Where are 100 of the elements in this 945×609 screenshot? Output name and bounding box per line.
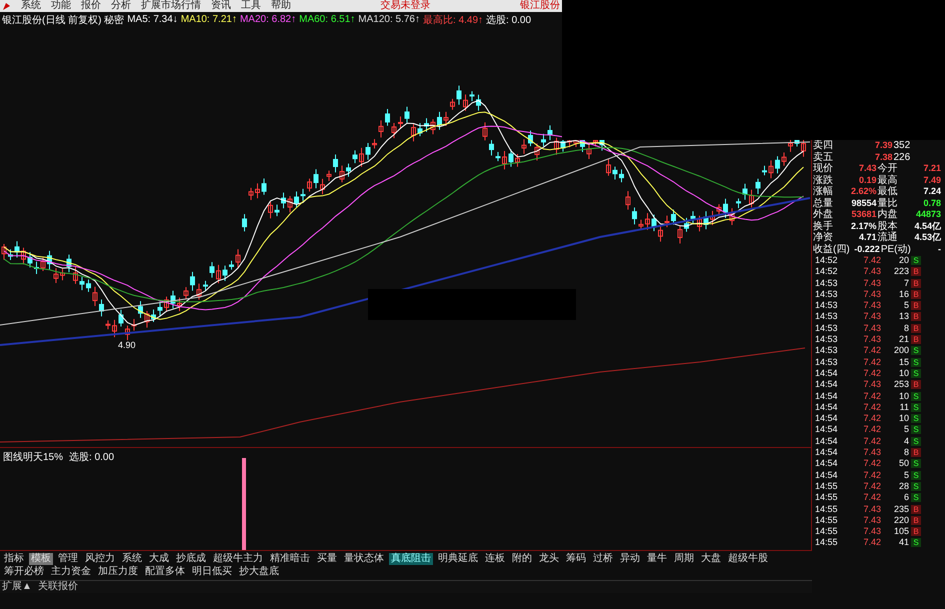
indicator-tab[interactable]: 超级牛主力 <box>211 553 265 565</box>
trade-side-tag: S <box>911 459 921 468</box>
tick-price: 7.43 <box>862 447 881 458</box>
quote-value: -0.222 <box>853 244 880 255</box>
tick-price: 7.42 <box>862 345 881 357</box>
quote-label: 涨跌 <box>813 174 833 186</box>
tick-time: 14:54 <box>815 436 839 448</box>
indicator-tab[interactable]: 龙头 <box>537 553 561 565</box>
status-item[interactable]: 扩展▲ <box>2 581 32 593</box>
quote-value: 0.19 <box>858 174 876 186</box>
indicator-tab[interactable]: 周期 <box>672 553 696 565</box>
tick-time: 14:55 <box>815 526 839 538</box>
tick-price: 7.42 <box>862 492 881 504</box>
trade-side-tag: B <box>911 527 921 536</box>
quote-value: 2.62% <box>850 186 876 198</box>
tick-price: 7.43 <box>862 526 881 538</box>
quote-label: 流通 <box>878 232 898 244</box>
tick-time: 14:54 <box>815 424 839 436</box>
tick-time: 14:55 <box>815 480 839 492</box>
indicator-tab[interactable]: 附的 <box>510 553 534 565</box>
tick-price: 7.43 <box>862 300 881 312</box>
tick-price: 7.43 <box>862 504 881 515</box>
tick-price: 7.42 <box>862 480 881 492</box>
menu-item[interactable]: 资讯 <box>211 0 231 12</box>
menu-link[interactable]: 银江股份 <box>520 0 560 12</box>
indicator-tab[interactable]: 大成 <box>147 553 171 565</box>
tick-volume: 41 <box>898 537 909 549</box>
menu-item[interactable]: 工具 <box>241 0 261 12</box>
menu-item[interactable]: 功能 <box>51 0 71 12</box>
quote-value: 7.43 <box>858 163 876 174</box>
trade-side-tag: B <box>911 324 921 333</box>
tick-volume: 21 <box>898 334 909 346</box>
tick-volume: 10 <box>898 413 909 424</box>
indicator-tab[interactable]: 连板 <box>483 553 507 565</box>
quote-label: 现价 <box>813 163 833 174</box>
indicator-tab[interactable]: 风控力 <box>83 553 117 565</box>
tick-volume: 5 <box>902 470 909 481</box>
quote-label: 量比 <box>878 198 898 208</box>
tick-volume: 223 <box>892 266 909 278</box>
menu-item[interactable]: 帮助 <box>271 0 291 12</box>
indicator-tab[interactable]: 筹码 <box>564 553 588 565</box>
indicator-tab[interactable]: 精准暗击 <box>268 553 312 565</box>
tick-price: 7.43 <box>862 288 881 300</box>
tick-time: 14:52 <box>815 255 839 266</box>
tick-time: 14:52 <box>815 266 839 278</box>
tick-price: 7.43 <box>862 379 881 391</box>
indicator-tab[interactable]: 筹开必榜 <box>2 566 46 578</box>
tick-volume: 8 <box>902 447 909 458</box>
indicator-tab[interactable]: 大盘 <box>699 553 723 565</box>
status-item[interactable]: 关联报价 <box>38 581 78 593</box>
indicator-tab[interactable]: 管理 <box>56 553 80 565</box>
indicator-tab[interactable]: 真底阻击 <box>389 553 433 565</box>
quote-label: 内盘 <box>878 209 898 220</box>
indicator-tab[interactable]: 加压力度 <box>96 566 140 578</box>
trade-side-tag: S <box>911 425 921 434</box>
indicator-tab[interactable]: 明典延底 <box>436 553 480 565</box>
trade-side-tag: S <box>911 436 921 446</box>
indicator-tab[interactable]: 主力资金 <box>49 566 93 578</box>
indicator-tab[interactable]: 明日低买 <box>190 566 234 578</box>
quote-label: 换手 <box>813 220 833 232</box>
trade-side-tag: B <box>911 448 921 458</box>
quote-label: 涨幅 <box>813 186 833 198</box>
trade-side-tag: S <box>911 482 921 491</box>
quote-label: 最高 <box>878 174 898 186</box>
trade-side-tag: B <box>911 290 921 299</box>
quote-label: 外盘 <box>813 209 833 220</box>
indicator-tab[interactable]: 买量 <box>315 553 339 565</box>
indicator-tab[interactable]: 系统 <box>120 553 144 565</box>
trade-side-tag: S <box>911 402 921 412</box>
tick-volume: 11 <box>898 402 909 414</box>
trade-side-tag: B <box>911 267 921 276</box>
menu-item[interactable]: 报价 <box>81 0 101 12</box>
tick-volume: 253 <box>892 379 909 391</box>
quote-label: 今开 <box>878 163 898 174</box>
tick-price: 7.42 <box>862 458 881 470</box>
indicator-tab[interactable]: 配置多体 <box>143 566 187 578</box>
indicator-tab[interactable]: 异动 <box>618 553 642 565</box>
indicator-tab[interactable]: 抄大盘底 <box>237 566 281 578</box>
tick-time: 14:53 <box>815 334 839 346</box>
tick-volume: 16 <box>898 288 909 300</box>
indicator-tab[interactable]: 抄底成 <box>174 553 208 565</box>
tick-volume: 28 <box>898 480 909 492</box>
tick-time: 14:55 <box>815 492 839 504</box>
menu-item[interactable]: 分析 <box>111 0 131 12</box>
indicator-value: 最高比: 4.49↑ <box>423 14 484 26</box>
indicator-tab[interactable]: 量牛 <box>645 553 669 565</box>
tick-time: 14:54 <box>815 447 839 458</box>
tick-price: 7.43 <box>862 266 881 278</box>
quote-label: 卖四 <box>813 140 834 152</box>
tick-time: 14:53 <box>815 288 839 300</box>
quote-label: 股本 <box>878 220 898 232</box>
indicator-tab[interactable]: 过桥 <box>591 553 615 565</box>
indicator-tab[interactable]: 指标 <box>2 553 26 565</box>
indicator-value: MA10: 7.21↑ <box>180 14 237 25</box>
indicator-tab[interactable]: 超级牛股 <box>726 553 770 565</box>
tick-price: 7.43 <box>862 322 881 334</box>
quote-label: 收益(四) <box>813 244 850 255</box>
trade-side-tag: S <box>911 470 921 480</box>
indicator-tab[interactable]: 量状态体 <box>342 553 386 565</box>
trade-side-tag: S <box>911 256 921 265</box>
